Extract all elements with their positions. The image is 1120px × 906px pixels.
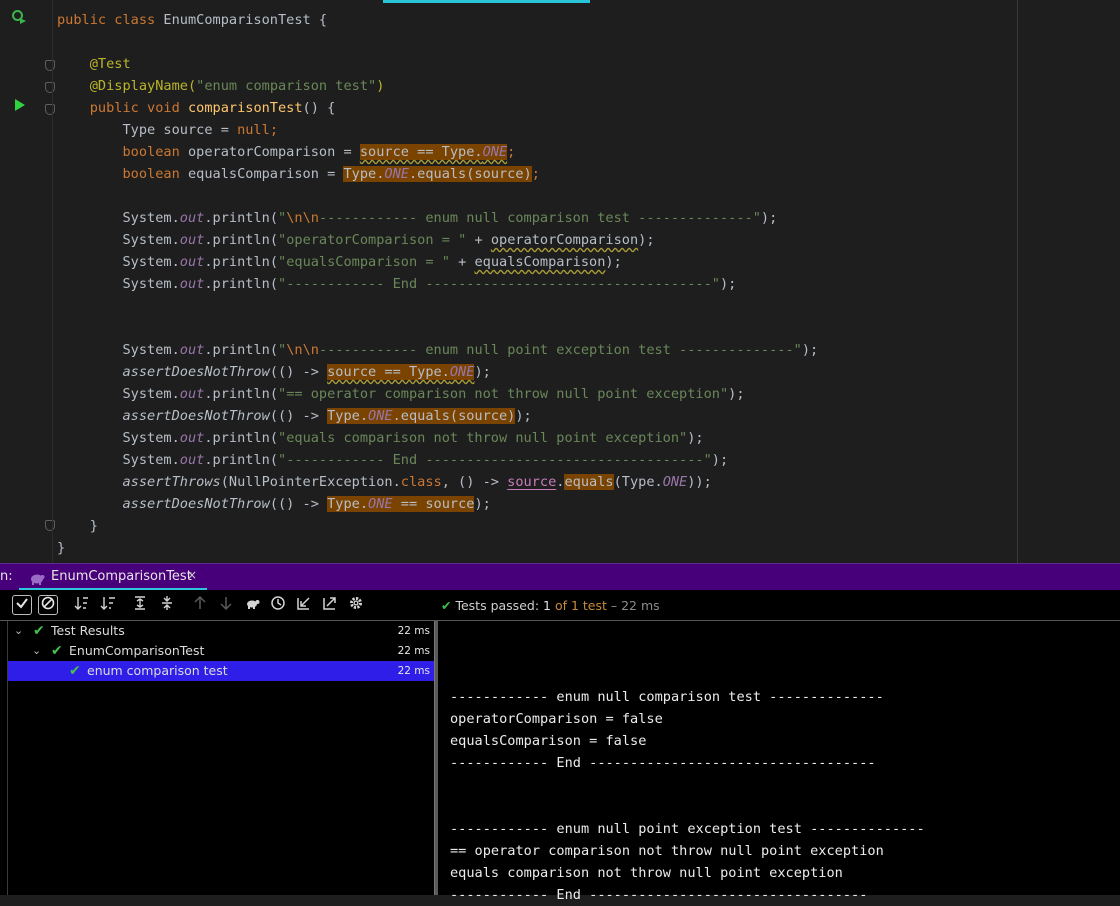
pass-icon: ✔ [69,663,81,679]
code-line: boolean equalsComparison = Type.ONE.equa… [122,166,540,182]
code-line: public void comparisonTest() { [89,100,336,116]
tree-row-duration: 22 ms [397,645,430,657]
fold-marker[interactable] [45,60,55,71]
tree-row-duration: 22 ms [397,625,430,637]
tab-label: EnumComparisonTest [51,569,192,584]
pass-icon: ✔ [51,643,63,659]
code-line: assertDoesNotThrow(() -> source == Type.… [122,364,491,380]
console-line: ------------ End -----------------------… [450,887,868,903]
code-line: System.out.println("------------ End ---… [122,276,737,292]
code-line: } [57,540,66,556]
editor-tab-indicator [383,0,590,3]
run-tool-window-tabbar: n: EnumComparisonTest × [0,563,1120,591]
pass-icon: ✔ [441,598,452,613]
code-line: assertDoesNotThrow(() -> Type.ONE == sou… [122,496,491,512]
close-icon[interactable]: × [187,568,197,582]
tab-enum-comparison-test[interactable]: EnumComparisonTest × [19,564,207,591]
test-results-tree[interactable]: ⌄ ✔ Test Results 22 ms ⌄ ✔ EnumCompariso… [0,621,434,895]
code-line: System.out.println("operatorComparison =… [122,232,655,248]
test-history-icon[interactable] [268,595,288,615]
console-output[interactable]: ------------ enum null comparison test -… [438,621,1120,903]
chevron-down-icon[interactable]: ⌄ [14,621,23,641]
code-line: @Test [89,56,131,72]
tree-row-label: Test Results [51,623,125,638]
code-line: System.out.println("\n\n------------ enu… [122,210,778,226]
console-line: ------------ enum null comparison test -… [450,689,884,705]
sort-by-duration-icon[interactable] [98,595,118,615]
sort-alphabetically-icon[interactable] [72,595,92,615]
run-class-icon[interactable] [11,9,27,33]
test-runner-toolbar: ✔ Tests passed: 1 of 1 test – 22 ms [0,590,1120,621]
tree-row-class[interactable]: ⌄ ✔ EnumComparisonTest 22 ms [8,641,434,661]
cancel-icon[interactable] [38,595,58,615]
collapse-all-icon[interactable] [157,595,177,615]
tree-row-test-results[interactable]: ⌄ ✔ Test Results 22 ms [8,621,434,641]
export-tests-icon[interactable] [320,595,340,615]
arrow-up-icon[interactable] [190,595,210,615]
checkmark-icon[interactable] [12,595,32,615]
status-passed-count: 1 [543,598,551,613]
code-line: assertThrows(NullPointerException.class,… [122,474,712,490]
gutter-divider [52,0,53,563]
status-duration: – 22 ms [610,598,660,613]
console-line: operatorComparison = false [450,711,663,727]
code-line: System.out.println("== operator comparis… [122,386,745,402]
source-code[interactable]: public class EnumComparisonTest { @Test … [57,9,818,559]
status-passed-label: Tests passed: [455,598,543,613]
tree-row-method[interactable]: ✔ enum comparison test 22 ms [8,661,434,681]
tree-row-label: EnumComparisonTest [69,643,205,658]
code-line: System.out.println("equals comparison no… [122,430,704,446]
code-line: } [89,518,98,534]
code-line: assertDoesNotThrow(() -> Type.ONE.equals… [122,408,532,424]
code-line: Type source = null; [122,122,278,138]
code-line: System.out.println("------------ End ---… [122,452,729,468]
fold-marker[interactable] [45,520,55,531]
code-line: boolean operatorComparison = source == T… [122,144,516,160]
editor-gutter [0,0,55,563]
code-line: @DisplayName("enum comparison test") [89,78,385,94]
fold-marker[interactable] [45,82,55,93]
code-editor[interactable]: public class EnumComparisonTest { @Test … [0,0,1120,563]
import-tests-icon[interactable] [294,595,314,615]
console-line: == operator comparison not throw null po… [450,843,884,859]
pass-icon: ✔ [33,623,45,639]
arrow-down-icon[interactable] [216,595,236,615]
console-line: equals comparison not throw null point e… [450,865,843,881]
fold-marker[interactable] [45,104,55,115]
run-label: n: [0,569,13,584]
rerun-icon[interactable] [243,595,263,615]
expand-all-icon[interactable] [130,595,150,615]
test-tab-icon [29,570,45,585]
code-line: public class EnumComparisonTest { [57,12,328,28]
console-line: ------------ End -----------------------… [450,755,876,771]
tree-row-label: enum comparison test [87,663,228,678]
console-line: equalsComparison = false [450,733,647,749]
chevron-down-icon[interactable]: ⌄ [32,641,41,661]
console-line: ------------ enum null point exception t… [450,821,925,837]
gear-icon[interactable] [346,595,366,615]
status-of-total: of 1 test [554,598,607,613]
tree-row-duration: 22 ms [397,665,430,677]
code-line: System.out.println("equalsComparison = "… [122,254,622,270]
test-status: ✔ Tests passed: 1 of 1 test – 22 ms [441,598,660,613]
right-margin-guide [1017,0,1018,563]
run-method-icon[interactable] [14,97,25,119]
code-line: System.out.println("\n\n------------ enu… [122,342,819,358]
